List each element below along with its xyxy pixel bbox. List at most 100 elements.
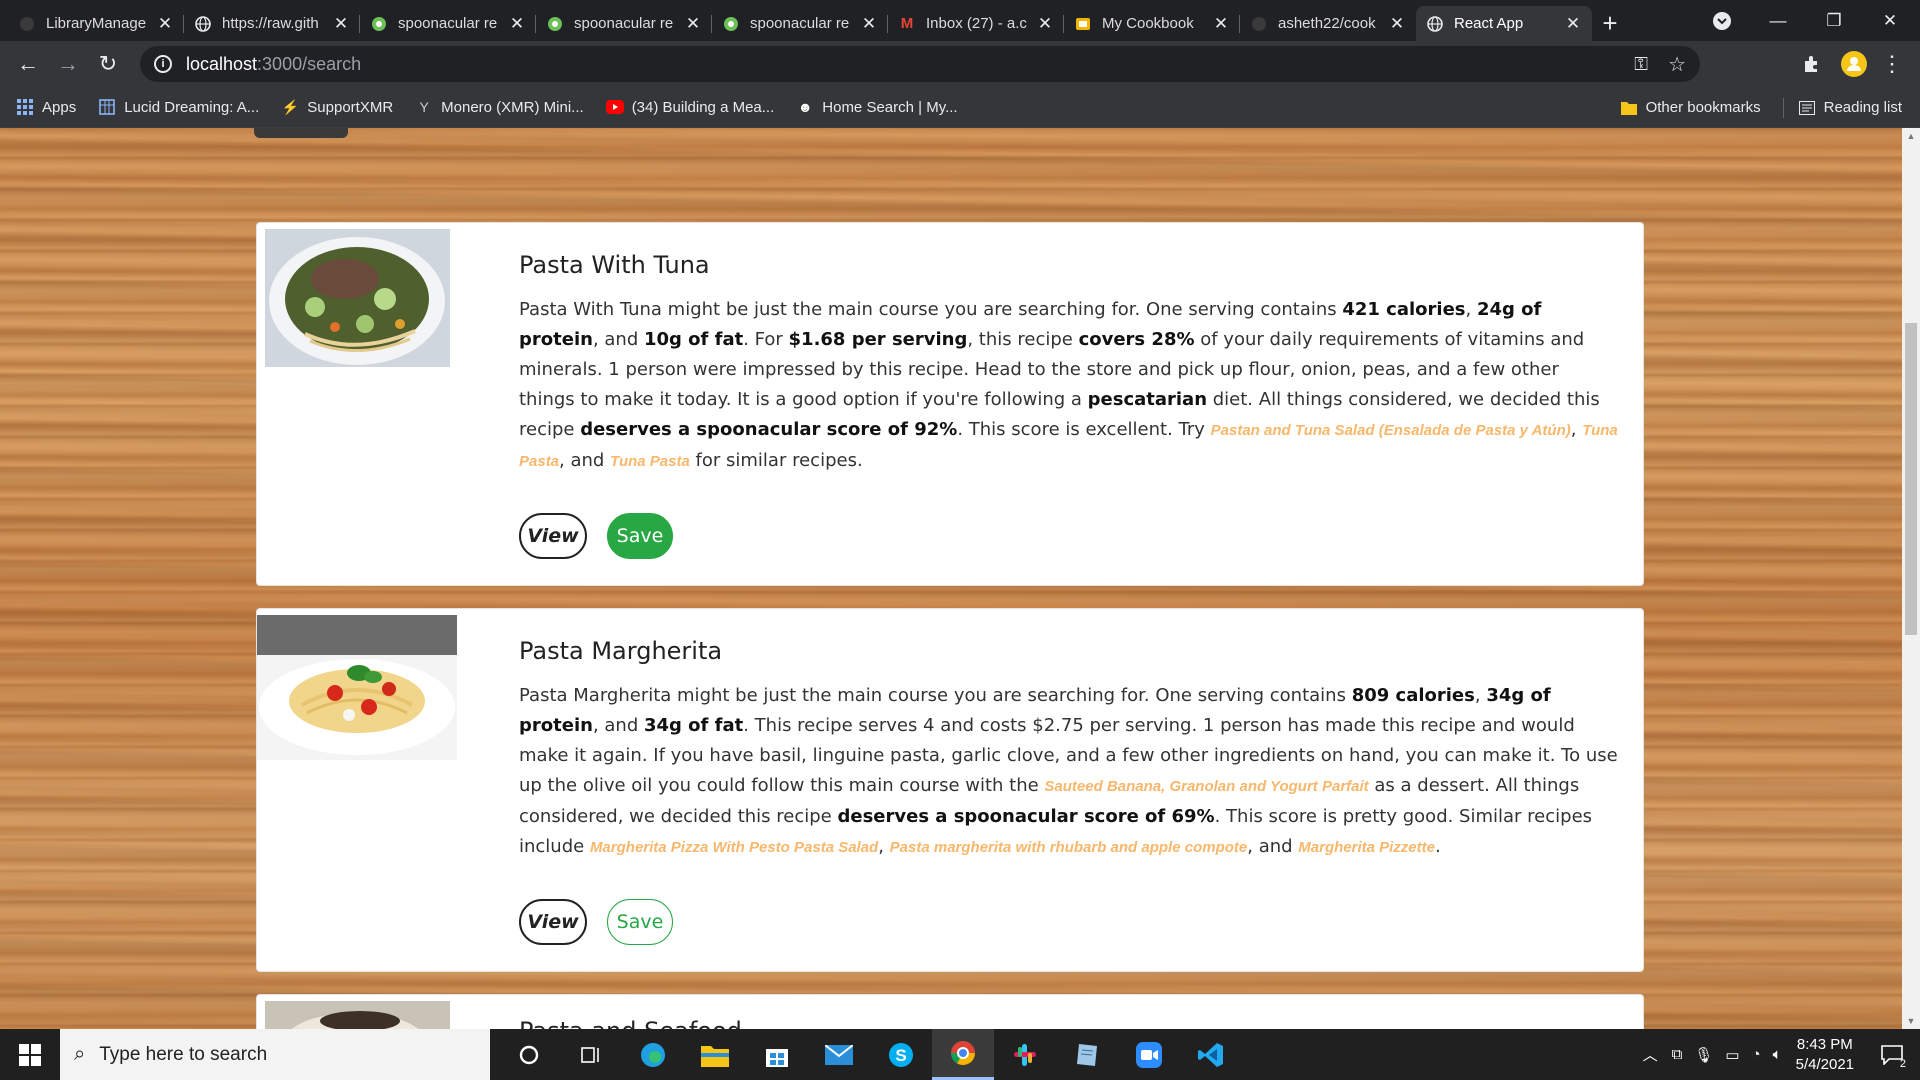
- bookmark-star-icon[interactable]: ☆: [1668, 52, 1686, 77]
- other-bookmarks[interactable]: Other bookmarks: [1620, 99, 1761, 117]
- slack-icon[interactable]: [994, 1029, 1056, 1080]
- tab-title: spoonacular re: [398, 15, 498, 32]
- reload-icon[interactable]: ↻: [88, 44, 128, 84]
- similar-recipe-link[interactable]: Margherita Pizza With Pesto Pasta Salad: [590, 839, 878, 856]
- url-path: :3000/search: [257, 53, 362, 74]
- close-tab-icon[interactable]: ✕: [684, 14, 702, 34]
- similar-recipe-link[interactable]: Sauteed Banana, Granolan and Yogurt Parf…: [1044, 778, 1368, 795]
- bookmark-item[interactable]: (34) Building a Mea...: [605, 98, 774, 116]
- address-bar[interactable]: i localhost:3000/search ⚿ ☆: [140, 46, 1700, 82]
- key-icon[interactable]: ⚿: [1634, 54, 1648, 75]
- browser-tab[interactable]: My Cookbook ✕: [1064, 6, 1240, 41]
- vscode-icon[interactable]: [1180, 1029, 1242, 1080]
- microphone-icon[interactable]: 🎙︎: [1694, 1046, 1713, 1064]
- tab-search-icon[interactable]: [1694, 0, 1750, 41]
- spoonacular-icon: [370, 15, 388, 33]
- mail-icon[interactable]: [808, 1029, 870, 1080]
- action-center-icon[interactable]: 2: [1870, 1029, 1914, 1080]
- scroll-up-icon[interactable]: ▲: [1902, 128, 1920, 144]
- browser-tab[interactable]: LibraryManage ✕: [8, 6, 184, 41]
- skype-icon[interactable]: S: [870, 1029, 932, 1080]
- similar-recipe-link[interactable]: Tuna Pasta: [610, 453, 690, 470]
- volume-icon[interactable]: 🔈︎: [1773, 1046, 1782, 1063]
- restore-icon[interactable]: ❐: [1806, 0, 1862, 41]
- browser-tab[interactable]: spoonacular re ✕: [712, 6, 888, 41]
- close-tab-icon[interactable]: ✕: [1564, 14, 1582, 34]
- smiley-icon: ☻: [797, 99, 813, 115]
- browser-tab-active[interactable]: React App ✕: [1416, 6, 1592, 41]
- extensions-icon[interactable]: [1792, 44, 1832, 84]
- new-tab-button[interactable]: +: [1592, 6, 1628, 41]
- reading-list[interactable]: Reading list: [1798, 99, 1902, 117]
- close-tab-icon[interactable]: ✕: [508, 14, 526, 34]
- bookmark-item[interactable]: Lucid Dreaming: A...: [98, 98, 259, 116]
- tab-title: spoonacular re: [750, 15, 850, 32]
- view-button[interactable]: View: [519, 899, 587, 945]
- edge-icon[interactable]: [622, 1029, 684, 1080]
- file-explorer-icon[interactable]: [684, 1029, 746, 1080]
- site-info-icon[interactable]: i: [154, 55, 172, 73]
- taskbar-clock[interactable]: 8:43 PM 5/4/2021: [1796, 1035, 1854, 1075]
- similar-recipe-link[interactable]: Margherita Pizzette: [1298, 839, 1435, 856]
- save-button[interactable]: Save: [607, 513, 673, 559]
- zoom-icon[interactable]: [1118, 1029, 1180, 1080]
- scroll-down-icon[interactable]: ▼: [1902, 1013, 1920, 1029]
- close-tab-icon[interactable]: ✕: [860, 14, 878, 34]
- wifi-icon[interactable]: ◔: [1752, 1046, 1761, 1063]
- browser-tab[interactable]: https://raw.gith ✕: [184, 6, 360, 41]
- search-icon: ⌕: [74, 1043, 86, 1065]
- recipe-card: Pasta With Tuna Pasta With Tuna might be…: [256, 222, 1644, 586]
- show-hidden-icons-icon[interactable]: ︿: [1643, 1044, 1658, 1065]
- tab-title: asheth22/cook: [1278, 15, 1376, 32]
- task-view-icon[interactable]: [560, 1029, 622, 1080]
- chrome-icon[interactable]: [932, 1029, 994, 1080]
- minimize-icon[interactable]: —: [1750, 0, 1806, 41]
- page-viewport[interactable]: Pasta With Tuna Pasta With Tuna might be…: [0, 128, 1902, 1029]
- close-tab-icon[interactable]: ✕: [156, 14, 174, 34]
- tab-title: https://raw.gith: [222, 15, 319, 32]
- page-scrollbar[interactable]: ▲ ▼: [1902, 128, 1920, 1029]
- highlighted-fact: covers 28%: [1078, 329, 1195, 350]
- pickaxe-icon: Y: [419, 99, 429, 115]
- recipe-image: [265, 229, 450, 367]
- browser-toolbar: ← → ↻ i localhost:3000/search ⚿ ☆ ⋮: [0, 41, 1920, 87]
- slides-icon: [1074, 15, 1092, 33]
- similar-recipe-link[interactable]: Pasta margherita with rhubarb and apple …: [890, 839, 1248, 856]
- menu-kebab-icon[interactable]: ⋮: [1872, 44, 1912, 84]
- notepad-icon[interactable]: [1056, 1029, 1118, 1080]
- similar-recipe-link[interactable]: Pastan and Tuna Salad (Ensalada de Pasta…: [1211, 422, 1571, 439]
- recipe-title: Pasta With Tuna: [519, 251, 710, 279]
- close-tab-icon[interactable]: ✕: [1212, 14, 1230, 34]
- highlighted-fact: pescatarian: [1087, 389, 1208, 410]
- view-button[interactable]: View: [519, 513, 587, 559]
- bookmark-item[interactable]: Y Monero (XMR) Mini...: [415, 98, 583, 116]
- recipe-title: Pasta and Seafood: [519, 1017, 742, 1029]
- meet-now-icon[interactable]: ⧉: [1672, 1046, 1683, 1063]
- bookmark-item[interactable]: ⚡ SupportXMR: [281, 98, 394, 116]
- recipe-card: Pasta Margherita Pasta Margherita might …: [256, 608, 1644, 972]
- taskbar-search-input[interactable]: ⌕ Type here to search: [60, 1029, 490, 1080]
- back-icon[interactable]: ←: [8, 44, 48, 84]
- close-tab-icon[interactable]: ✕: [1388, 14, 1406, 34]
- close-tab-icon[interactable]: ✕: [1036, 14, 1054, 34]
- bookmark-apps[interactable]: Apps: [16, 98, 76, 116]
- store-icon[interactable]: [746, 1029, 808, 1080]
- bookmark-item[interactable]: ☻ Home Search | My...: [796, 98, 958, 116]
- close-tab-icon[interactable]: ✕: [332, 14, 350, 34]
- notification-count: 2: [1899, 1058, 1906, 1070]
- battery-icon[interactable]: ▭: [1725, 1046, 1739, 1064]
- scrollbar-thumb[interactable]: [1905, 323, 1917, 635]
- close-window-icon[interactable]: ✕: [1862, 0, 1918, 41]
- save-button[interactable]: Save: [607, 899, 673, 945]
- profile-avatar-icon[interactable]: [1834, 44, 1874, 84]
- cortana-icon[interactable]: [498, 1029, 560, 1080]
- highlighted-fact: deserves a spoonacular score of 92%: [580, 419, 958, 440]
- tab-title: Inbox (27) - a.c: [926, 15, 1027, 32]
- bookmark-label: Lucid Dreaming: A...: [124, 98, 260, 116]
- forward-icon[interactable]: →: [48, 44, 88, 84]
- browser-tab[interactable]: asheth22/cook ✕: [1240, 6, 1416, 41]
- browser-tab[interactable]: spoonacular re ✕: [536, 6, 712, 41]
- browser-tab[interactable]: M Inbox (27) - a.c ✕: [888, 6, 1064, 41]
- windows-start-icon[interactable]: [0, 1029, 60, 1080]
- browser-tab[interactable]: spoonacular re ✕: [360, 6, 536, 41]
